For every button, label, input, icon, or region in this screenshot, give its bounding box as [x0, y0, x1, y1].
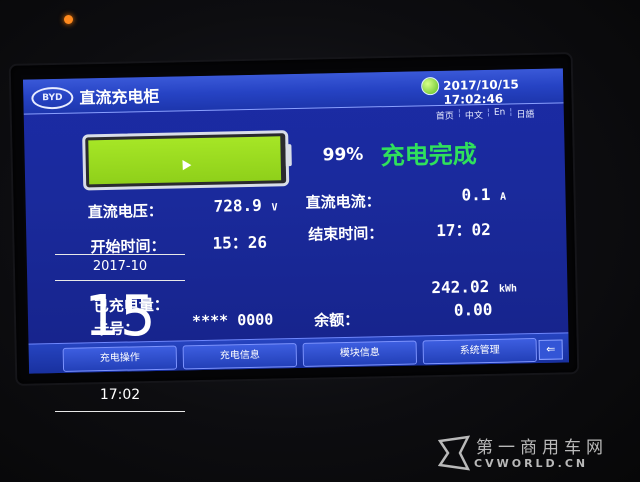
dc-voltage-value: 728.9 V — [213, 195, 278, 216]
balance-label: 余额： — [313, 310, 360, 330]
battery-tip — [285, 144, 292, 167]
separator: ¦ — [457, 108, 461, 119]
separator: ¦ — [486, 107, 491, 118]
byd-logo: BYD — [31, 86, 74, 110]
lang-chinese[interactable]: 中文 — [465, 108, 483, 121]
overlay-divider — [55, 280, 185, 281]
watermark-cn: 第一商用车网 — [476, 438, 608, 458]
datetime: 2017/10/15 17:02:46 — [443, 77, 519, 107]
charged-energy-unit: kWh — [498, 283, 518, 295]
dc-current-unit: A — [499, 191, 507, 203]
tab-charge-info[interactable]: 充电信息 — [182, 343, 298, 370]
lang-japanese[interactable]: 日語 — [516, 107, 534, 120]
overlay-date: 2017-10 — [92, 259, 148, 274]
indicator-led — [64, 15, 73, 24]
app-title: 直流充电柜 — [79, 86, 160, 108]
start-time-value: 15：26 — [212, 232, 268, 253]
cvworld-logo-icon — [438, 435, 470, 471]
charge-percent: 99% — [322, 144, 364, 166]
charge-state: 充电完成 — [380, 140, 477, 171]
dc-current-value: 0.1 A — [461, 184, 507, 205]
status-ok-icon — [421, 76, 440, 96]
charged-energy-value: 242.02 kWh — [431, 276, 518, 298]
separator: ¦ — [509, 107, 513, 118]
lang-home[interactable]: 首页 — [436, 109, 454, 122]
language-bar: 首页 ¦ 中文 ¦ En ¦ 日語 — [436, 107, 535, 122]
overlay-time: 17:02 — [99, 387, 141, 403]
lang-english[interactable]: En — [494, 108, 506, 121]
back-arrow-icon[interactable]: ⇐ — [538, 339, 563, 360]
dc-voltage-label: 直流电压： — [87, 201, 163, 222]
dc-current-label: 直流电流： — [305, 192, 381, 212]
overlay-day: 15 — [84, 284, 156, 349]
watermark-en: CVWORLD.CN — [474, 457, 589, 470]
tab-system-management[interactable]: 系统管理 — [422, 337, 538, 365]
end-time-value: 17：02 — [436, 219, 491, 241]
dc-voltage-unit: V — [271, 202, 278, 214]
overlay-divider — [55, 411, 185, 412]
end-time-label: 结束时间： — [308, 224, 384, 244]
watermark: 第一商用车网 CVWORLD.CN — [436, 433, 636, 475]
balance-value: 0.00 — [453, 299, 493, 320]
tab-module-info[interactable]: 模块信息 — [302, 340, 418, 367]
overlay-divider — [55, 254, 185, 255]
card-number-value: **** 0000 — [191, 310, 274, 331]
